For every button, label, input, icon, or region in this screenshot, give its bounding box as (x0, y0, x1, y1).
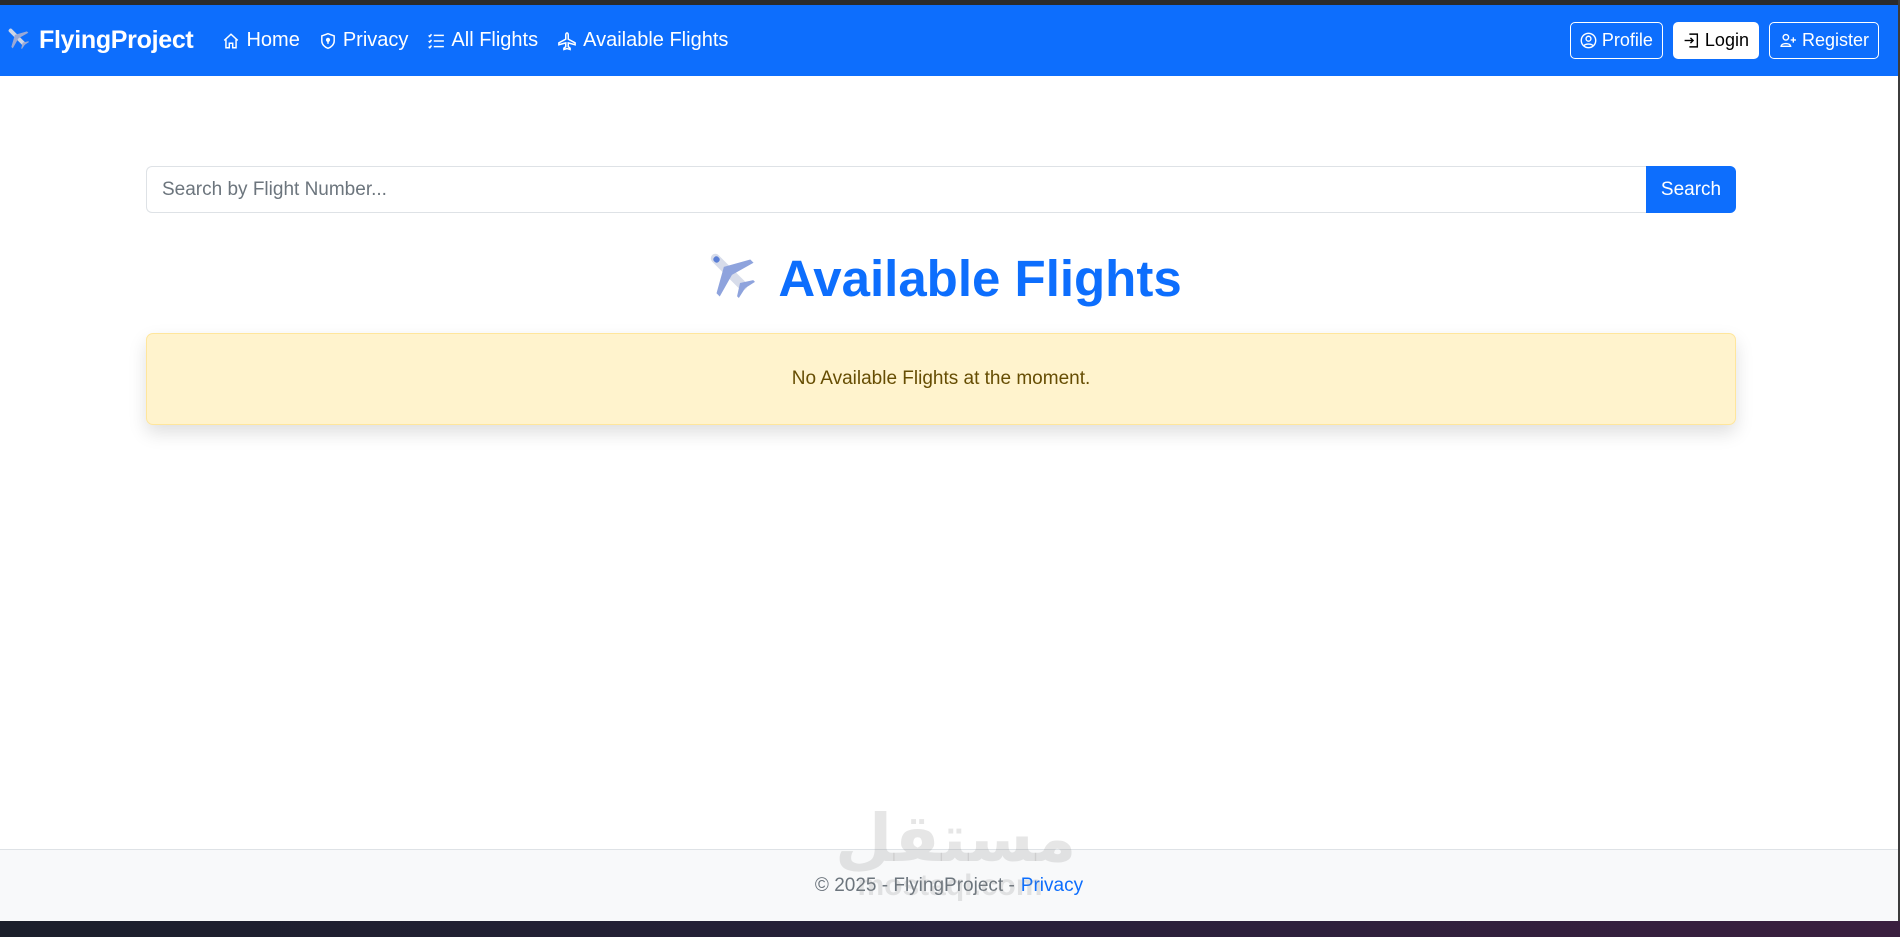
nav-link-available-flights-label: Available Flights (583, 29, 729, 51)
airplane-icon (702, 245, 756, 311)
nav-link-privacy[interactable]: Privacy (319, 29, 409, 52)
page-title: Available Flights (0, 245, 1884, 311)
person-circle-icon (1580, 32, 1597, 49)
airplane-icon (4, 24, 30, 57)
nav-link-home[interactable]: Home (222, 29, 300, 52)
footer-text: © 2025 - FlyingProject - (814, 874, 1015, 896)
list-check-icon (428, 33, 445, 49)
person-plus-icon (1780, 33, 1796, 48)
login-button-label: Login (1704, 30, 1749, 50)
search-bar: Search (146, 166, 1736, 213)
profile-button[interactable]: Profile (1569, 22, 1663, 59)
brand-name: FlyingProject (39, 26, 194, 54)
search-button[interactable]: Search (1646, 166, 1736, 213)
login-button[interactable]: Login (1672, 22, 1759, 59)
nav-link-all-flights-label: All Flights (451, 29, 539, 51)
airplane-outline-icon (558, 31, 576, 51)
register-button-label: Register (1801, 30, 1869, 50)
page-title-text: Available Flights (778, 249, 1182, 307)
footer-privacy-link[interactable]: Privacy (1021, 875, 1083, 897)
taskbar (0, 921, 1900, 937)
no-flights-alert: No Available Flights at the moment. (146, 333, 1736, 425)
login-arrow-icon (1684, 33, 1698, 48)
register-button[interactable]: Register (1768, 22, 1879, 59)
nav-link-home-label: Home (246, 29, 300, 51)
nav-link-privacy-label: Privacy (342, 29, 409, 51)
alert-message: No Available Flights at the moment. (791, 368, 1091, 389)
shield-icon (320, 32, 335, 49)
navbar: FlyingProject Home Privacy All Flights A… (0, 5, 1898, 76)
nav-links: Home Privacy All Flights Available Fligh… (222, 29, 747, 52)
house-icon (224, 32, 239, 48)
brand[interactable]: FlyingProject (4, 24, 194, 57)
nav-actions: Profile Login Register (1560, 22, 1879, 59)
footer: © 2025 - FlyingProject - Privacy (0, 849, 1898, 921)
nav-link-all-flights[interactable]: All Flights (427, 29, 538, 52)
search-input[interactable] (146, 166, 1646, 213)
nav-link-available-flights[interactable]: Available Flights (557, 29, 728, 52)
page: FlyingProject Home Privacy All Flights A… (0, 5, 1898, 921)
profile-button-label: Profile (1601, 30, 1653, 50)
